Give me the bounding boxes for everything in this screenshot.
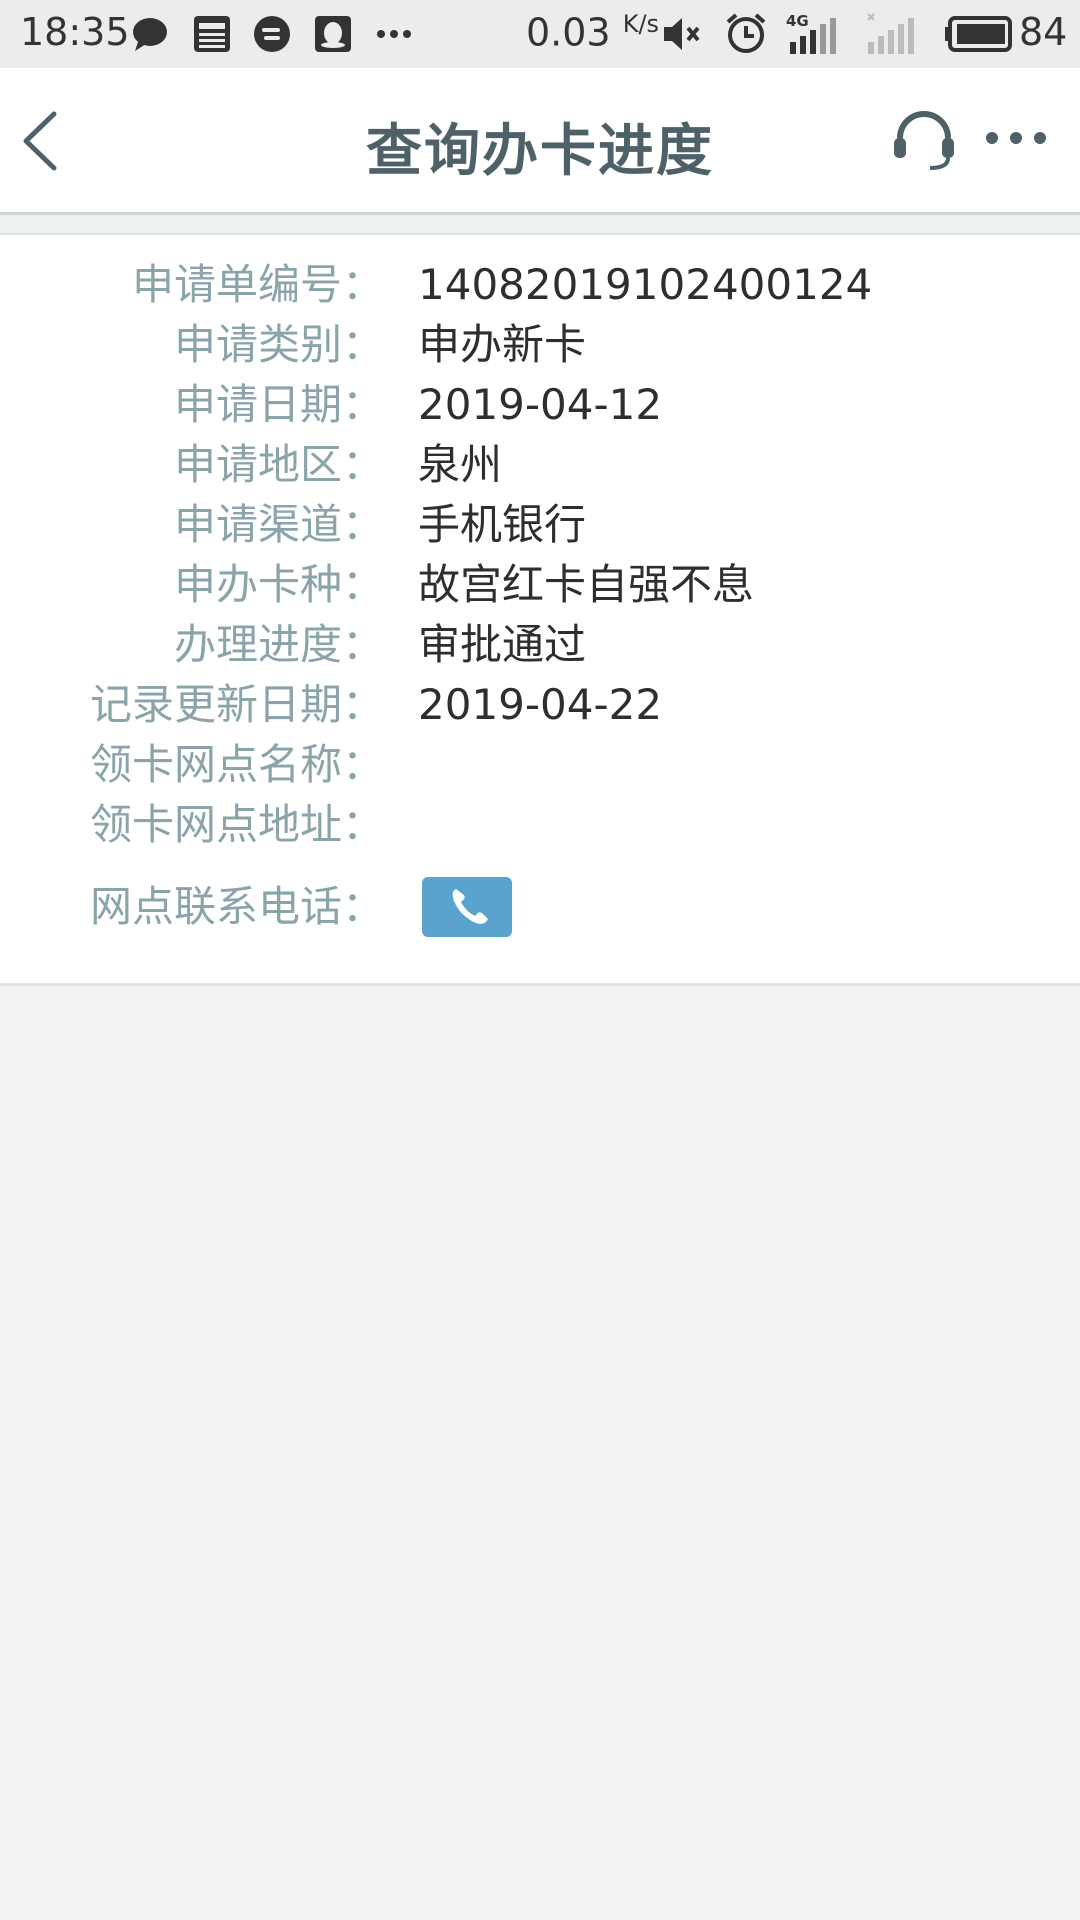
- detail-row-update-date: 记录更新日期： 2019-04-22: [0, 675, 1080, 735]
- row-value: 审批通过: [418, 620, 587, 669]
- row-value: 泉州: [418, 440, 503, 489]
- row-label: 申请单编号：: [131, 260, 384, 309]
- detail-row-card-type: 申办卡种： 故宫红卡自强不息: [0, 555, 1080, 615]
- status-time: 18:35: [20, 10, 130, 54]
- detail-row-branch-phone: 网点联系电话：: [0, 877, 1080, 937]
- battery-icon: [945, 16, 1012, 52]
- signal-off-icon: [867, 13, 914, 54]
- more-dots-icon: [377, 30, 411, 38]
- row-label: 网点联系电话：: [89, 882, 384, 931]
- news-icon: [194, 16, 230, 52]
- call-branch-button[interactable]: [422, 877, 512, 937]
- detail-row-application-channel: 申请渠道： 手机银行: [0, 495, 1080, 555]
- detail-row-progress: 办理进度： 审批通过: [0, 615, 1080, 675]
- mute-icon: [664, 18, 700, 50]
- row-value: 申办新卡: [418, 320, 587, 369]
- progress-detail-card: 申请单编号： 14082019102400124 申请类别： 申办新卡 申请日期…: [0, 235, 1080, 986]
- detail-row-application-type: 申请类别： 申办新卡: [0, 315, 1080, 375]
- row-value: 14082019102400124: [418, 260, 873, 309]
- row-value: 故宫红卡自强不息: [418, 560, 755, 609]
- row-value: 2019-04-22: [418, 680, 663, 729]
- row-label: 申请类别：: [173, 320, 384, 369]
- battery-level: 84: [1019, 10, 1068, 54]
- row-label: 记录更新日期：: [89, 680, 384, 729]
- network-unit: K/s: [622, 10, 660, 38]
- phone-icon: [452, 889, 488, 924]
- row-label: 申请渠道：: [173, 500, 384, 549]
- row-label: 领卡网点名称：: [89, 740, 384, 789]
- message-icon: [254, 16, 290, 52]
- row-label: 申办卡种：: [173, 560, 384, 609]
- network-speed: 0.03 K/s: [526, 10, 660, 55]
- nav-bar: 查询办卡进度: [0, 68, 1080, 215]
- row-label: 领卡网点地址：: [89, 800, 384, 849]
- more-dots-icon[interactable]: [980, 118, 1052, 158]
- detail-row-application-region: 申请地区： 泉州: [0, 435, 1080, 495]
- alarm-icon: [726, 13, 766, 53]
- row-value: 手机银行: [418, 500, 587, 549]
- row-label: 申请地区：: [173, 440, 384, 489]
- chat-icon: [133, 18, 167, 51]
- qq-icon: [315, 16, 351, 52]
- signal-icon: [790, 18, 836, 54]
- row-label: 办理进度：: [173, 620, 384, 669]
- row-label: 申请日期：: [173, 380, 384, 429]
- detail-row-branch-name: 领卡网点名称：: [0, 735, 1080, 795]
- detail-row-branch-address: 领卡网点地址：: [0, 795, 1080, 855]
- detail-row-application-date: 申请日期： 2019-04-12: [0, 375, 1080, 435]
- separator-band: [0, 215, 1080, 235]
- status-bar: 18:35 0.03 K/s 4G 84: [0, 0, 1080, 68]
- headset-icon[interactable]: [890, 108, 958, 172]
- row-value: 2019-04-12: [418, 380, 663, 429]
- detail-row-application-number: 申请单编号： 14082019102400124: [0, 255, 1080, 315]
